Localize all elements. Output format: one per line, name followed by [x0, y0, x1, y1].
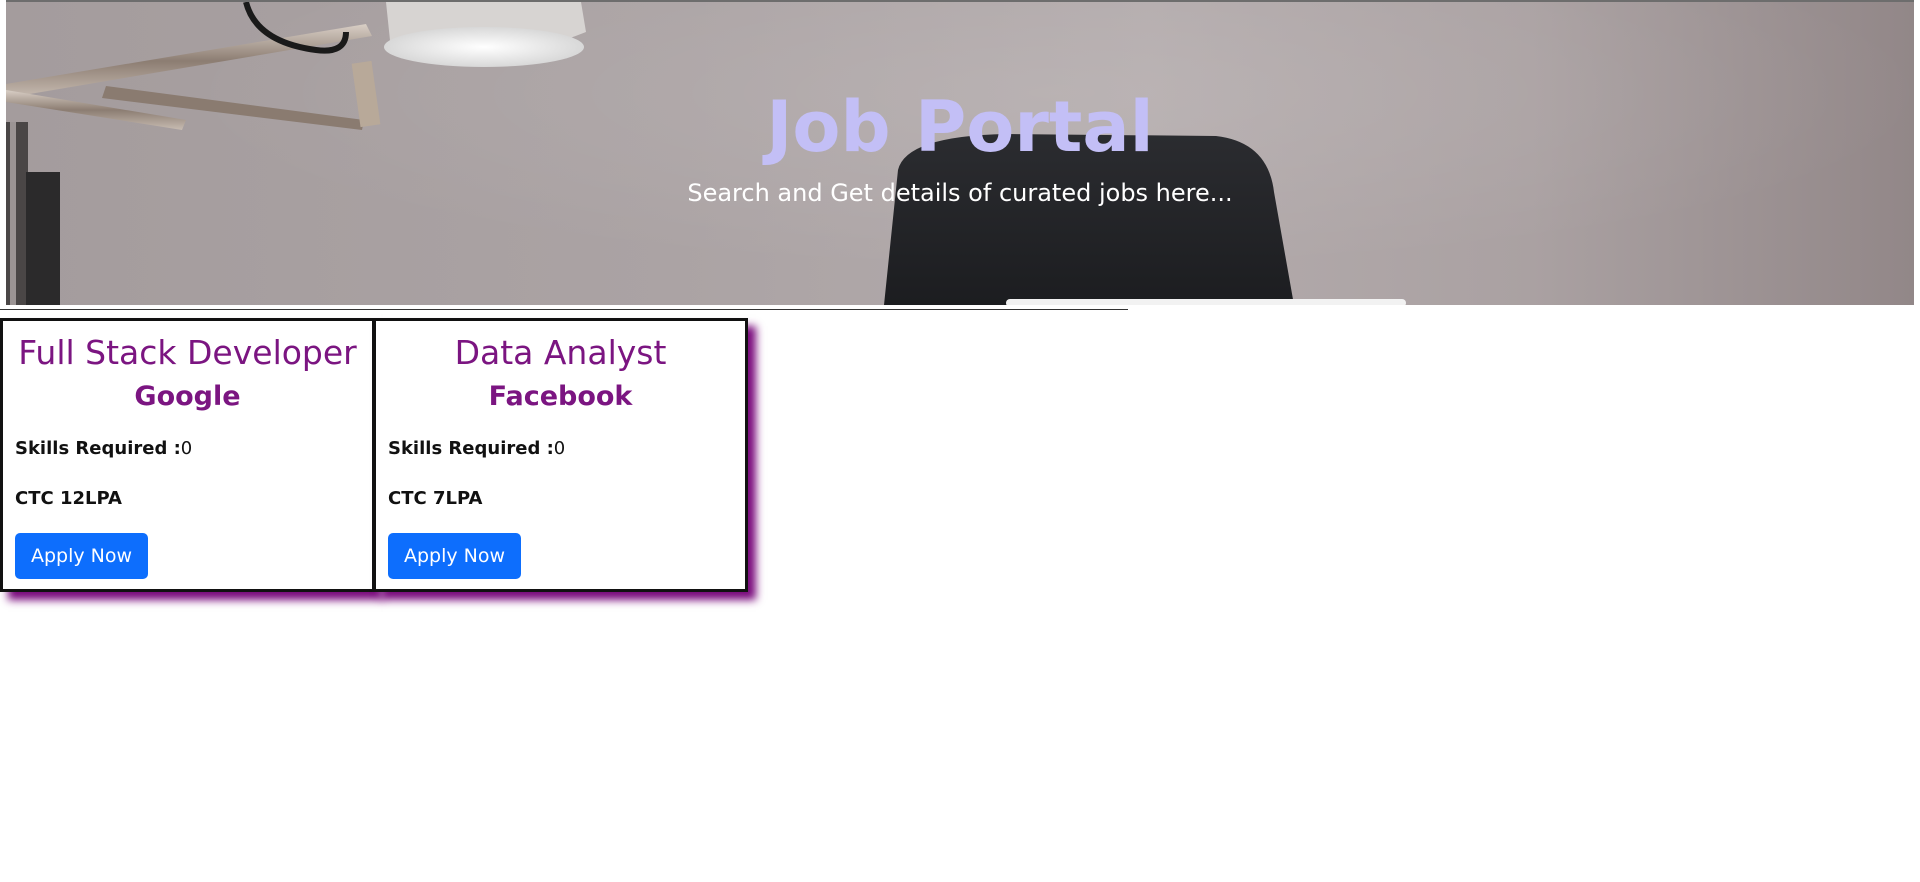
ctc-text: CTC 7LPA	[388, 488, 483, 509]
company-name: Facebook	[488, 381, 633, 412]
ctc-text: CTC 12LPA	[15, 488, 122, 509]
job-card-list: Full Stack Developer Google Skills Requi…	[0, 318, 748, 592]
skills-value: 0	[180, 438, 193, 459]
company-name: Google	[134, 381, 241, 412]
job-title: Full Stack Developer	[18, 333, 357, 372]
skills-required: Skills Required :0	[388, 437, 733, 461]
skills-value: 0	[553, 438, 566, 459]
job-card: Full Stack Developer Google Skills Requi…	[0, 318, 375, 592]
apply-now-button[interactable]: Apply Now	[388, 533, 522, 579]
page-title: Job Portal	[766, 86, 1154, 168]
job-card: Data Analyst Facebook Skills Required :0…	[373, 318, 748, 592]
apply-now-button[interactable]: Apply Now	[15, 533, 149, 579]
page-subtitle: Search and Get details of curated jobs h…	[687, 179, 1233, 207]
skills-label: Skills Required :	[388, 438, 554, 459]
page: Job Portal Search and Get details of cur…	[0, 0, 1920, 882]
skills-label: Skills Required :	[15, 438, 181, 459]
skills-required: Skills Required :0	[15, 437, 360, 461]
hero-banner: Job Portal Search and Get details of cur…	[6, 0, 1914, 305]
divider	[0, 309, 1128, 310]
job-title: Data Analyst	[454, 333, 667, 372]
